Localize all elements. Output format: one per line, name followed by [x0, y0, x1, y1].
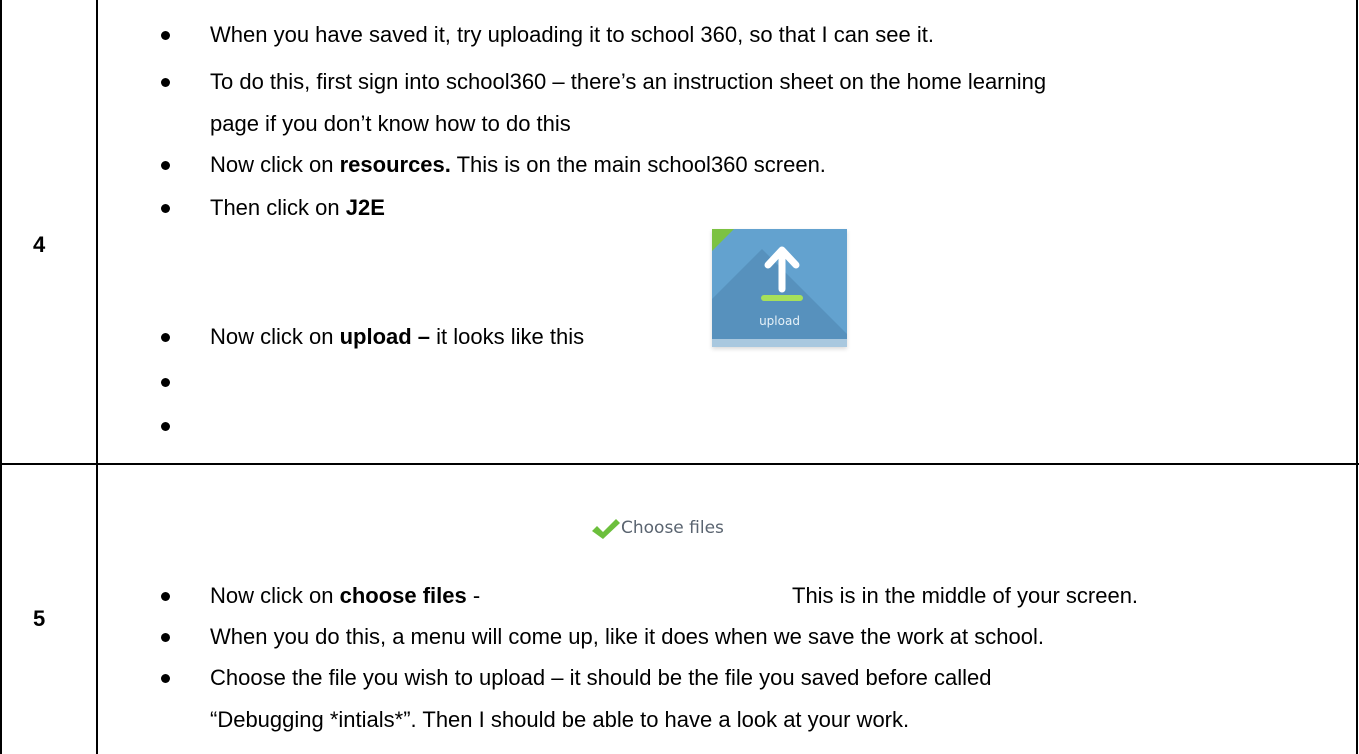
step-number: 5	[33, 606, 46, 631]
checkmark-icon	[592, 519, 620, 539]
upload-button-image: upload	[712, 229, 847, 347]
bullet	[161, 161, 170, 170]
bullet	[161, 592, 170, 601]
choose-files-button-image: Choose files	[565, 511, 730, 571]
step-number: 4	[33, 232, 46, 257]
list-item: Now click on resources. This is on the m…	[210, 152, 826, 177]
upload-arrow-icon	[761, 246, 803, 301]
list-item: When you have saved it, try uploading it…	[210, 22, 934, 47]
bullet	[161, 633, 170, 642]
list-item: Choose the file you wish to upload – it …	[210, 665, 992, 690]
bullet	[161, 31, 170, 40]
table-column-divider	[96, 0, 98, 754]
list-item-continuation: page if you don’t know how to do this	[210, 111, 571, 136]
table-border-right	[1356, 0, 1358, 754]
list-item-continuation: “Debugging *intials*”. Then I should be …	[210, 707, 910, 732]
bullet	[161, 333, 170, 342]
bullet	[161, 674, 170, 683]
list-item: When you do this, a menu will come up, l…	[210, 624, 1044, 649]
bullet	[161, 378, 170, 387]
bullet	[161, 78, 170, 87]
list-item: To do this, first sign into school360 – …	[210, 69, 1047, 94]
bullet	[161, 422, 170, 431]
choose-files-label: Choose files	[621, 518, 724, 538]
upload-label: upload	[759, 314, 800, 328]
list-item-trailing-text: This is in the middle of your screen.	[792, 583, 1139, 608]
table-border-left	[0, 0, 2, 754]
list-item: Now click on choose files -	[210, 583, 481, 608]
table-row-divider	[0, 463, 1359, 465]
instruction-table: 4 When you have saved it, try uploading …	[0, 0, 1359, 754]
icon-bottom-bar	[712, 339, 847, 347]
bullet	[161, 204, 170, 213]
list-item: Then click on J2E	[210, 195, 385, 220]
list-item: Now click on upload – it looks like this	[210, 324, 585, 349]
